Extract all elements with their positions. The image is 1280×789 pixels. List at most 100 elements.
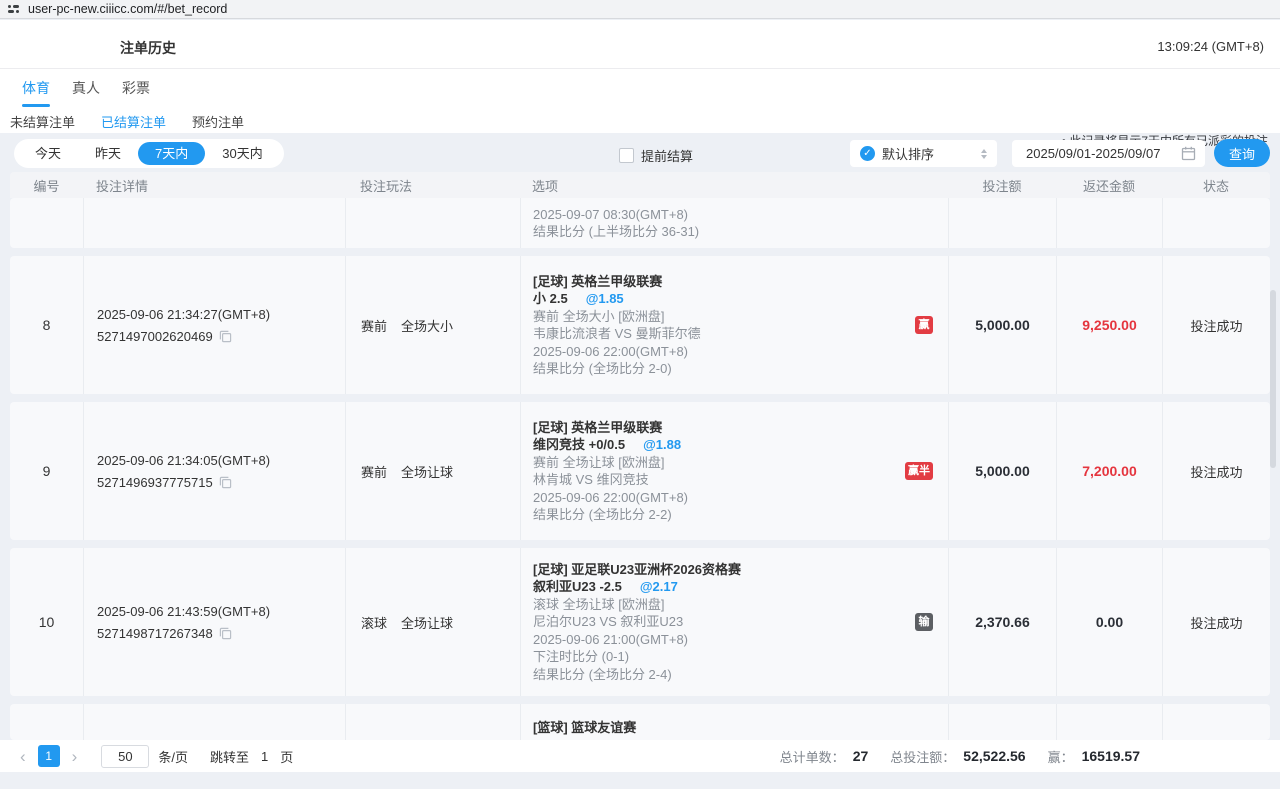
col-header-payout: 返还金额: [1056, 172, 1162, 198]
league-name: [篮球] 篮球友谊赛: [533, 719, 902, 737]
pick-odds: @1.88: [643, 437, 681, 452]
vertical-scrollbar-thumb[interactable]: [1270, 290, 1276, 468]
pick-selection: 叙利亚U23 -2.5: [533, 579, 622, 594]
payout-amount: 7,200.00: [1056, 402, 1162, 540]
summary-totals: 总计单数： 27 总投注额： 52,522.56 赢： 16519.57: [780, 747, 1140, 766]
pick-odds: @1.85: [586, 291, 624, 306]
page-size-input[interactable]: [101, 745, 149, 768]
play-phase: 滚球: [361, 613, 387, 632]
browser-url-bar[interactable]: user-pc-new.ciiicc.com/#/bet_record: [0, 0, 1280, 19]
col-header-detail: 投注详情: [83, 172, 345, 198]
bet-ticket-number: 5271496937775715: [97, 475, 213, 490]
total-count-value: 27: [853, 748, 869, 764]
pick-odds: @2.17: [640, 579, 678, 594]
league-name: [足球] 亚足联U23亚洲杯2026资格赛: [533, 561, 902, 579]
option-line: 林肯城 VS 维冈竞技: [533, 471, 902, 489]
table-row: 8 2025-09-06 21:34:27(GMT+8) 52714970026…: [10, 256, 1270, 394]
date-range-picker[interactable]: 2025/09/01-2025/09/07: [1012, 140, 1205, 167]
quick-date-filter: 今天 昨天 7天内 30天内: [14, 139, 284, 168]
col-header-play: 投注玩法: [345, 172, 520, 198]
col-header-stake: 投注额: [948, 172, 1056, 198]
sort-select[interactable]: ✓ 默认排序: [850, 140, 997, 167]
bet-no: 10: [10, 548, 83, 696]
stake-amount: 5,000.00: [948, 256, 1056, 394]
result-badge-lose: 输: [915, 613, 933, 631]
total-win-label: 赢：: [1048, 747, 1074, 766]
col-header-status: 状态: [1162, 172, 1270, 198]
filter-30days[interactable]: 30天内: [205, 142, 279, 165]
result-badge-win: 赢: [915, 316, 933, 334]
bet-record-page: user-pc-new.ciiicc.com/#/bet_record 注单历史…: [0, 0, 1280, 789]
option-line: 2025-09-07 08:30(GMT+8): [533, 206, 902, 224]
prev-page-button[interactable]: ‹: [16, 748, 30, 765]
result-badge-half-win: 赢半: [905, 462, 933, 480]
filter-today[interactable]: 今天: [18, 142, 78, 165]
pick-selection: 维冈竞技 +0/0.5: [533, 437, 625, 452]
option-line: 赛前 全场让球 [欧洲盘]: [533, 454, 902, 472]
bet-time: 2025-09-06 21:34:05(GMT+8): [97, 453, 345, 468]
option-line: 结果比分 (全场比分 2-4): [533, 666, 902, 684]
col-header-no: 编号: [10, 172, 83, 198]
stake-amount: 2,370.66: [948, 548, 1056, 696]
tab-sports[interactable]: 体育: [22, 78, 50, 107]
stake-amount: 5,000.00: [948, 402, 1056, 540]
bet-status: 投注成功: [1162, 548, 1270, 696]
play-market: 全场大小: [401, 316, 453, 335]
early-settle-checkbox[interactable]: [619, 148, 634, 163]
payout-amount: 9,250.00: [1056, 256, 1162, 394]
table-row: 9 2025-09-06 21:34:05(GMT+8) 52714969377…: [10, 402, 1270, 540]
category-tabs: 体育 真人 彩票: [22, 78, 150, 107]
bet-time: 2025-09-06 21:34:27(GMT+8): [97, 307, 345, 322]
bet-no: 9: [10, 402, 83, 540]
page-word-label: 页: [280, 747, 293, 766]
current-page-button[interactable]: 1: [38, 745, 60, 767]
bet-no: 8: [10, 256, 83, 394]
total-count-label: 总计单数：: [780, 747, 845, 766]
option-line: 2025-09-06 22:00(GMT+8): [533, 343, 902, 361]
tab-switcher-icon: [8, 5, 19, 13]
option-line: 滚球 全场让球 [欧洲盘]: [533, 596, 902, 614]
payout-amount: 0.00: [1056, 548, 1162, 696]
calendar-icon: [1181, 146, 1196, 161]
filter-yesterday[interactable]: 昨天: [78, 142, 138, 165]
filter-7days[interactable]: 7天内: [138, 142, 205, 165]
header-divider: [0, 68, 1280, 69]
total-stake-value: 52,522.56: [963, 748, 1025, 764]
sort-arrows-icon: [981, 149, 987, 159]
bet-status: 投注成功: [1162, 402, 1270, 540]
table-row: 10 2025-09-06 21:43:59(GMT+8) 5271498717…: [10, 548, 1270, 696]
table-header-row: 编号 投注详情 投注玩法 选项 投注额 返还金额 状态: [10, 172, 1270, 198]
bet-ticket-number: 5271497002620469: [97, 329, 213, 344]
bet-time: 2025-09-06 21:43:59(GMT+8): [97, 604, 345, 619]
option-line: 结果比分 (上半场比分 36-31): [533, 223, 902, 241]
bet-table: 编号 投注详情 投注玩法 选项 投注额 返还金额 状态 2025-09-07 0…: [10, 172, 1270, 740]
next-page-button[interactable]: ›: [68, 748, 82, 765]
jump-to-label: 跳转至: [210, 747, 249, 766]
total-win-value: 16519.57: [1082, 748, 1140, 764]
tab-live[interactable]: 真人: [72, 78, 100, 107]
option-line: 2025-09-06 21:00(GMT+8): [533, 631, 902, 649]
copy-icon[interactable]: [219, 476, 232, 489]
play-market: 全场让球: [401, 462, 453, 481]
play-market: 全场让球: [401, 613, 453, 632]
bet-ticket-number: 5271498717267348: [97, 626, 213, 641]
play-phase: 赛前: [361, 462, 387, 481]
copy-icon[interactable]: [219, 330, 232, 343]
table-footer: ‹ 1 › 条/页 跳转至 1 页 总计单数： 27 总投注额： 52,522.…: [0, 740, 1280, 772]
per-page-label: 条/页: [158, 747, 188, 766]
sort-selected-value: 默认排序: [882, 144, 934, 163]
date-range-value: 2025/09/01-2025/09/07: [1026, 146, 1160, 161]
copy-icon[interactable]: [219, 627, 232, 640]
jump-page-number[interactable]: 1: [261, 749, 268, 764]
tab-lottery[interactable]: 彩票: [122, 78, 150, 107]
league-name: [足球] 英格兰甲级联赛: [533, 273, 902, 291]
option-line: 尼泊尔U23 VS 叙利亚U23: [533, 613, 902, 631]
page-title: 注单历史: [120, 38, 176, 58]
query-button[interactable]: 查询: [1214, 139, 1270, 167]
check-circle-icon: ✓: [860, 146, 875, 161]
page-header: 注单历史 13:09:24 (GMT+8) 体育 真人 彩票 未结算注单 已结算…: [0, 20, 1280, 133]
play-phase: 赛前: [361, 316, 387, 335]
col-header-option: 选项: [520, 172, 948, 198]
option-line: 韦康比流浪者 VS 曼斯菲尔德: [533, 325, 902, 343]
option-line: 结果比分 (全场比分 2-2): [533, 506, 902, 524]
